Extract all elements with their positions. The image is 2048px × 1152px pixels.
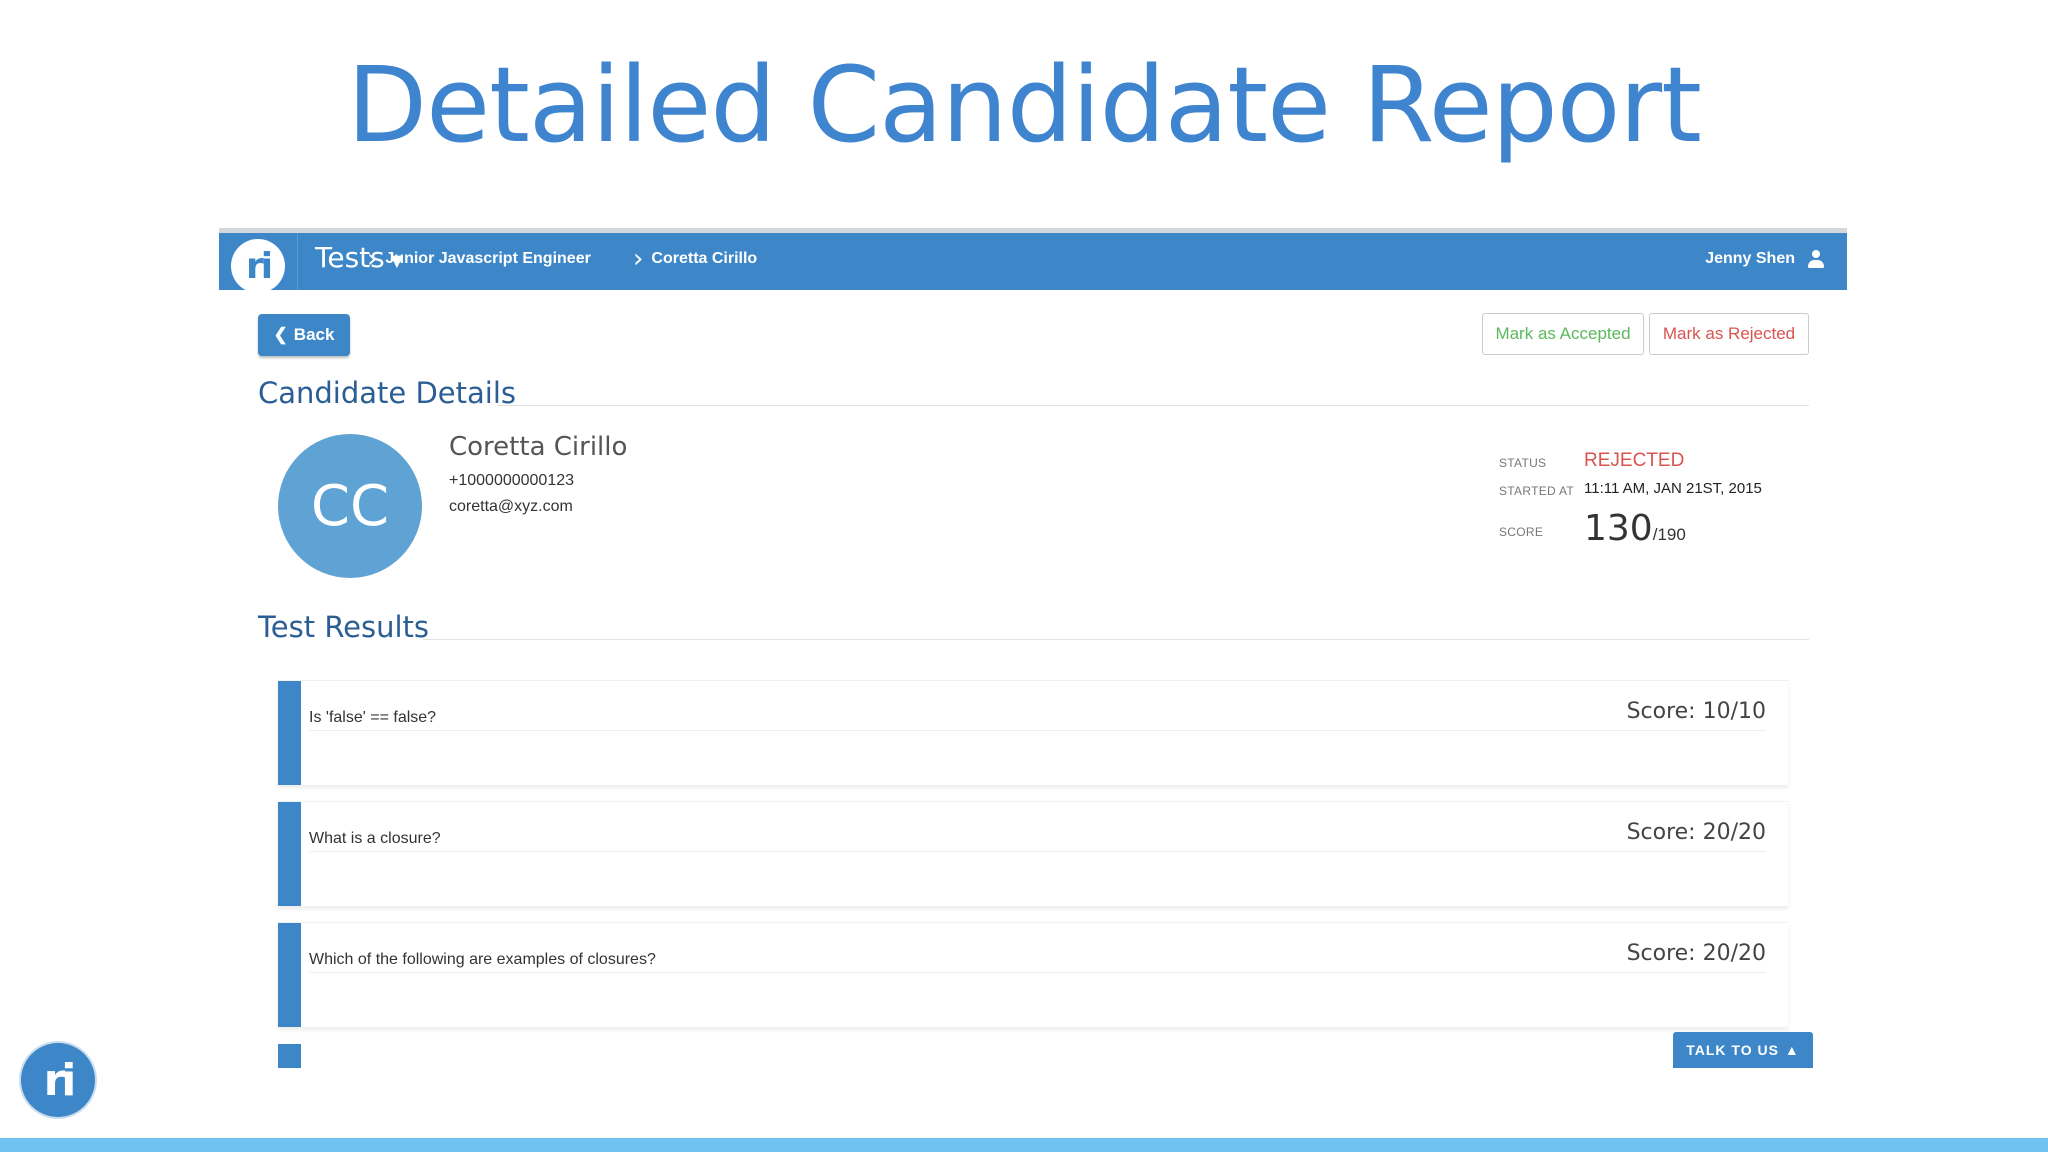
started-at-value: 11:11 AM, JAN 21ST, 2015: [1584, 480, 1762, 497]
result-accent-bar: [278, 923, 301, 1027]
result-score: Score: 20/20: [1626, 820, 1766, 845]
user-icon: [1807, 250, 1825, 268]
slide-title: Detailed Candidate Report: [347, 44, 1702, 166]
chevron-up-icon: ▲: [1784, 1042, 1800, 1058]
back-label: Back: [293, 325, 335, 344]
result-question: Is 'false' == false?: [309, 709, 437, 726]
test-results-heading: Test Results: [258, 610, 430, 644]
app-logo[interactable]: ri: [231, 239, 285, 293]
breadcrumb-candidate[interactable]: › Coretta Cirillo: [633, 244, 758, 274]
mark-accepted-button[interactable]: Mark as Accepted: [1482, 313, 1644, 355]
section-divider: [497, 405, 1809, 406]
result-question: Which of the following are examples of c…: [309, 951, 656, 968]
result-score: Score: 20/20: [1626, 941, 1766, 966]
result-item[interactable]: Is 'false' == false? Score: 10/10: [278, 680, 1788, 785]
app-window: ri Tests ▼ › Junior Javascript Engineer …: [219, 228, 1847, 1068]
score-value: 130: [1584, 508, 1653, 549]
breadcrumb-test[interactable]: › Junior Javascript Engineer: [367, 244, 591, 274]
score-total: /190: [1652, 525, 1686, 544]
section-divider: [423, 639, 1809, 640]
user-menu[interactable]: Jenny Shen: [1705, 250, 1825, 268]
result-item[interactable]: What is a closure? Score: 20/20: [278, 801, 1788, 906]
user-name: Jenny Shen: [1705, 250, 1795, 267]
avatar: CC: [278, 434, 422, 578]
bottom-band: [0, 1138, 2048, 1152]
nav-divider: [297, 233, 298, 290]
chevron-right-icon: ›: [367, 244, 378, 274]
result-accent-bar: [278, 802, 301, 906]
result-item[interactable]: Which of the following are examples of c…: [278, 922, 1788, 1027]
breadcrumb-label: Coretta Cirillo: [651, 250, 758, 267]
chevron-right-icon: ›: [633, 244, 644, 274]
brand-logo: ri: [21, 1043, 95, 1117]
result-divider: [309, 851, 1766, 852]
talk-to-us-button[interactable]: TALK TO US ▲: [1673, 1032, 1813, 1068]
candidate-name: Coretta Cirillo: [449, 432, 628, 462]
score-label: SCORE: [1499, 525, 1544, 539]
result-divider: [309, 730, 1766, 731]
top-nav-bar: ri Tests ▼ › Junior Javascript Engineer …: [219, 228, 1847, 293]
chevron-left-icon: ❮: [273, 325, 288, 344]
candidate-phone: +1000000000123: [449, 472, 575, 489]
status-label: STATUS: [1499, 456, 1547, 470]
result-accent-bar: [278, 681, 301, 785]
total-score: 130/190: [1584, 508, 1686, 549]
result-accent-bar: [278, 1044, 301, 1068]
candidate-details-heading: Candidate Details: [258, 376, 517, 410]
breadcrumb-label: Junior Javascript Engineer: [385, 250, 591, 267]
candidate-email: coretta@xyz.com: [449, 498, 573, 515]
result-score: Score: 10/10: [1626, 699, 1766, 724]
result-divider: [309, 972, 1766, 973]
talk-to-us-label: TALK TO US: [1686, 1042, 1779, 1058]
result-question: What is a closure?: [309, 830, 441, 847]
back-button[interactable]: ❮ Back: [258, 314, 350, 356]
started-at-label: STARTED AT: [1499, 484, 1575, 498]
status-badge: REJECTED: [1584, 450, 1685, 471]
mark-rejected-button[interactable]: Mark as Rejected: [1649, 313, 1809, 355]
